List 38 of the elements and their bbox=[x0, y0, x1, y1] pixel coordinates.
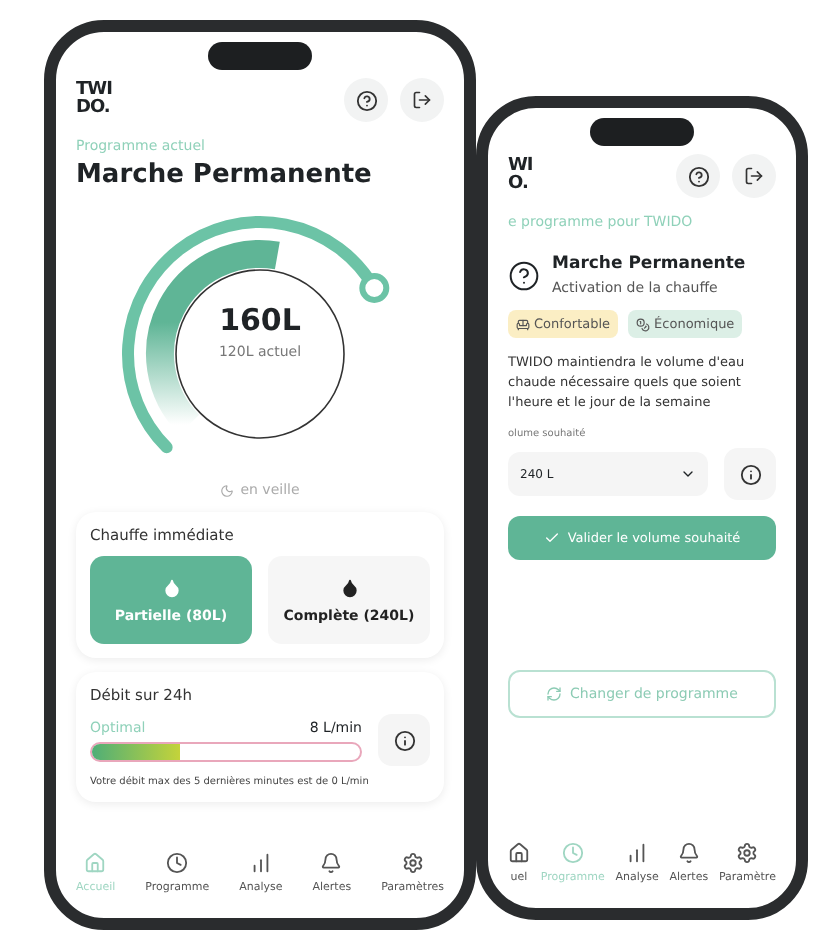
clock-icon bbox=[561, 842, 584, 864]
help-icon bbox=[508, 259, 540, 291]
logo: TWI DO. bbox=[76, 82, 112, 118]
bar-chart-icon bbox=[626, 842, 649, 864]
bar-chart-icon bbox=[249, 852, 272, 874]
gauge-value: 160L bbox=[219, 302, 301, 338]
refresh-icon bbox=[546, 685, 563, 701]
program-title: Marche Permanente bbox=[76, 160, 374, 190]
camera-notch bbox=[590, 118, 694, 146]
logout-icon bbox=[412, 90, 432, 110]
droplet-icon bbox=[161, 577, 181, 597]
check-icon bbox=[543, 530, 560, 546]
home-icon bbox=[84, 852, 107, 874]
info-icon bbox=[393, 729, 415, 751]
bell-icon bbox=[677, 842, 700, 864]
help-button[interactable] bbox=[676, 154, 720, 198]
clock-icon bbox=[166, 852, 189, 874]
coins-icon bbox=[636, 317, 651, 331]
info-button[interactable] bbox=[724, 448, 776, 500]
settings-icon bbox=[401, 852, 424, 874]
info-icon bbox=[739, 463, 761, 485]
home-icon bbox=[508, 842, 530, 864]
standby-icon bbox=[220, 483, 235, 497]
logout-button[interactable] bbox=[400, 78, 444, 122]
help-icon bbox=[687, 165, 709, 187]
help-button[interactable] bbox=[344, 78, 388, 122]
program-title: Marche Permanente bbox=[552, 254, 746, 274]
logout-button[interactable] bbox=[732, 154, 776, 198]
camera-notch bbox=[208, 42, 312, 70]
help-icon bbox=[355, 89, 377, 111]
settings-icon bbox=[736, 842, 759, 864]
sofa-icon bbox=[516, 317, 530, 331]
bell-icon bbox=[320, 852, 343, 874]
droplet-icon bbox=[339, 577, 359, 597]
chevron-down-icon bbox=[680, 466, 696, 482]
logout-icon bbox=[744, 166, 764, 186]
info-button[interactable] bbox=[378, 714, 430, 766]
logo: WI O. bbox=[508, 158, 533, 194]
